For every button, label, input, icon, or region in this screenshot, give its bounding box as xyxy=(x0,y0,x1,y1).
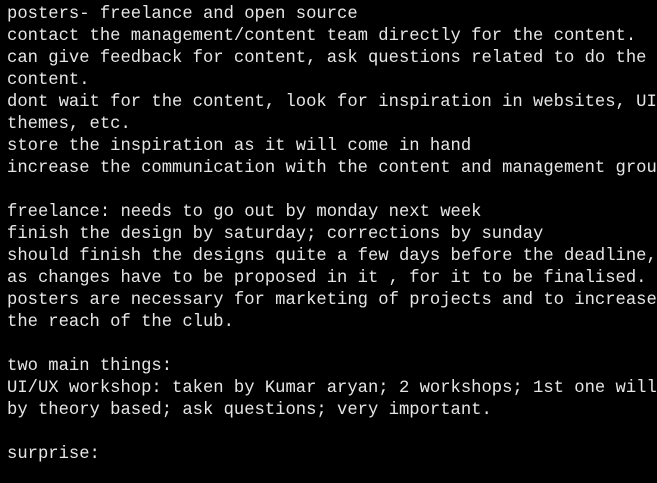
text-line: UI/UX workshop: taken by Kumar aryan; 2 … xyxy=(7,379,657,398)
text-line: themes, etc. xyxy=(7,115,131,134)
text-line: finish the design by saturday; correctio… xyxy=(7,225,544,244)
text-line: posters- freelance and open source xyxy=(7,5,358,24)
text-line: dont wait for the content, look for insp… xyxy=(7,93,657,112)
text-line: should finish the designs quite a few da… xyxy=(7,247,657,266)
text-line: the reach of the club. xyxy=(7,313,234,332)
text-line: posters are necessary for marketing of p… xyxy=(7,291,657,310)
text-line: contact the management/content team dire… xyxy=(7,27,637,46)
text-line: by theory based; ask questions; very imp… xyxy=(7,401,492,420)
text-editor[interactable]: posters- freelance and open source conta… xyxy=(0,0,657,483)
text-line: content. xyxy=(7,71,90,90)
text-line: as changes have to be proposed in it , f… xyxy=(7,269,647,288)
text-line: store the inspiration as it will come in… xyxy=(7,137,472,156)
text-line: can give feedback for content, ask quest… xyxy=(7,49,647,68)
text-line: two main things: xyxy=(7,357,173,376)
text-line: freelance: needs to go out by monday nex… xyxy=(7,203,482,222)
text-line: surprise: xyxy=(7,445,100,464)
text-line: increase the communication with the cont… xyxy=(7,159,657,178)
